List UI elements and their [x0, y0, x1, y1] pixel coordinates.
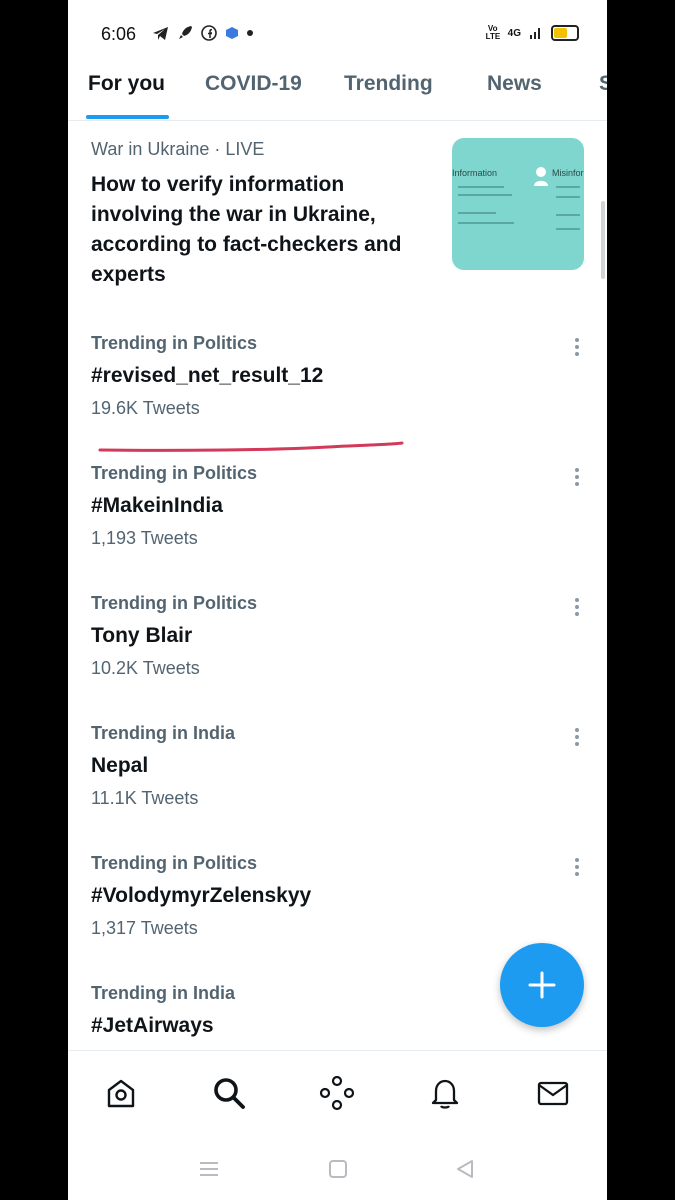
news-separator: ·	[209, 139, 226, 159]
trend-item[interactable]: Trending in Politics Tony Blair 10.2K Tw…	[91, 593, 551, 679]
system-home-button[interactable]	[323, 1154, 353, 1184]
network-type-label: 4G	[507, 27, 521, 39]
tab-partial[interactable]: S	[599, 72, 607, 96]
trend-context: Trending in India	[91, 983, 235, 1003]
status-time: 6:06	[101, 24, 137, 44]
nav-home[interactable]	[101, 1073, 141, 1113]
trend-tweet-count: 1,317 Tweets	[91, 918, 198, 938]
nav-notifications[interactable]	[425, 1073, 465, 1113]
status-bar: 6:06 Vo LTE 4G	[68, 0, 607, 62]
explore-tabs: For you COVID-19 Trending News S	[68, 62, 607, 121]
system-status-icons: Vo LTE 4G	[486, 23, 579, 43]
tab-for-you[interactable]: For you	[88, 72, 165, 96]
volte-label: Vo LTE	[485, 24, 501, 41]
active-tab-indicator	[86, 115, 169, 119]
trend-item[interactable]: Trending in Politics #MakeinIndia 1,193 …	[91, 463, 551, 549]
news-thumbnail[interactable]: Information Misinfor	[452, 138, 584, 270]
trend-name: #VolodymyrZelenskyy	[91, 884, 312, 907]
explore-feed[interactable]: War in Ukraine · LIVE How to verify info…	[68, 121, 607, 1049]
trend-name: #revised_net_result_12	[91, 364, 324, 387]
menu-icon	[200, 1162, 218, 1176]
more-options-icon[interactable]	[575, 338, 579, 358]
bell-icon	[431, 1079, 459, 1109]
trend-name: Tony Blair	[91, 624, 193, 647]
app-cube-icon	[226, 27, 238, 39]
home-square-icon	[329, 1160, 347, 1178]
news-live-label: LIVE	[225, 139, 265, 159]
system-navigation	[68, 1134, 607, 1200]
trend-context: Trending in Politics	[91, 853, 258, 873]
trend-tweet-count: 11.1K Tweets	[91, 788, 199, 808]
facebook-icon	[201, 25, 217, 41]
trend-context: Trending in India	[91, 723, 235, 743]
trend-name: #JetAirways	[91, 1014, 214, 1037]
news-topic: War in Ukraine	[91, 139, 210, 159]
nav-spaces[interactable]	[317, 1073, 357, 1113]
home-icon	[107, 1079, 135, 1108]
news-title: How to verify information involving the …	[91, 173, 402, 286]
tab-covid-19[interactable]: COVID-19	[205, 72, 302, 96]
bottom-navigation	[68, 1050, 607, 1135]
plus-icon	[528, 971, 556, 999]
search-icon	[214, 1078, 245, 1109]
thumbnail-person-icon	[534, 167, 548, 186]
trend-tweet-count: 19.6K Tweets	[91, 398, 200, 418]
scrollbar[interactable]	[601, 201, 605, 279]
nav-messages[interactable]	[533, 1073, 573, 1113]
mail-icon	[537, 1081, 569, 1106]
trend-context: Trending in Politics	[91, 593, 258, 613]
trend-item[interactable]: Trending in India Nepal 11.1K Tweets	[91, 723, 551, 809]
trend-tweet-count: 1,193 Tweets	[91, 528, 198, 548]
trend-item[interactable]: Trending in Politics #revised_net_result…	[91, 333, 551, 419]
phone-screen: 6:06 Vo LTE 4G For you COVID-19 Trending…	[68, 0, 607, 1200]
trend-context: Trending in Politics	[91, 333, 258, 353]
notification-icons	[152, 24, 253, 42]
trend-context: Trending in Politics	[91, 463, 258, 483]
system-back-button[interactable]	[450, 1154, 480, 1184]
rocket-icon	[179, 26, 192, 39]
news-meta: War in Ukraine · LIVE	[91, 139, 431, 160]
more-options-icon[interactable]	[575, 728, 579, 748]
battery-icon	[551, 25, 579, 41]
trend-name: Nepal	[91, 754, 149, 777]
thumbnail-text-left: Information	[452, 168, 498, 178]
telegram-icon	[153, 26, 168, 40]
trend-name: #MakeinIndia	[91, 494, 223, 517]
notification-dot-icon	[247, 30, 253, 36]
trend-item[interactable]: Trending in Politics #VolodymyrZelenskyy…	[91, 853, 551, 939]
spaces-icon	[319, 1075, 355, 1111]
tab-news[interactable]: News	[487, 72, 542, 96]
more-options-icon[interactable]	[575, 598, 579, 618]
tab-trending[interactable]: Trending	[344, 72, 433, 96]
system-menu-button[interactable]	[194, 1154, 224, 1184]
annotation-underline	[98, 441, 404, 452]
signal-icon	[530, 28, 540, 39]
back-icon	[457, 1160, 473, 1178]
more-options-icon[interactable]	[575, 468, 579, 488]
trend-item[interactable]: Trending in India #JetAirways	[91, 983, 551, 1038]
trend-tweet-count: 10.2K Tweets	[91, 658, 200, 678]
more-options-icon[interactable]	[575, 858, 579, 878]
nav-search[interactable]	[209, 1073, 249, 1113]
thumbnail-text-right: Misinfor	[552, 168, 584, 178]
news-card[interactable]: War in Ukraine · LIVE How to verify info…	[91, 139, 431, 290]
compose-tweet-button[interactable]	[500, 943, 584, 1027]
